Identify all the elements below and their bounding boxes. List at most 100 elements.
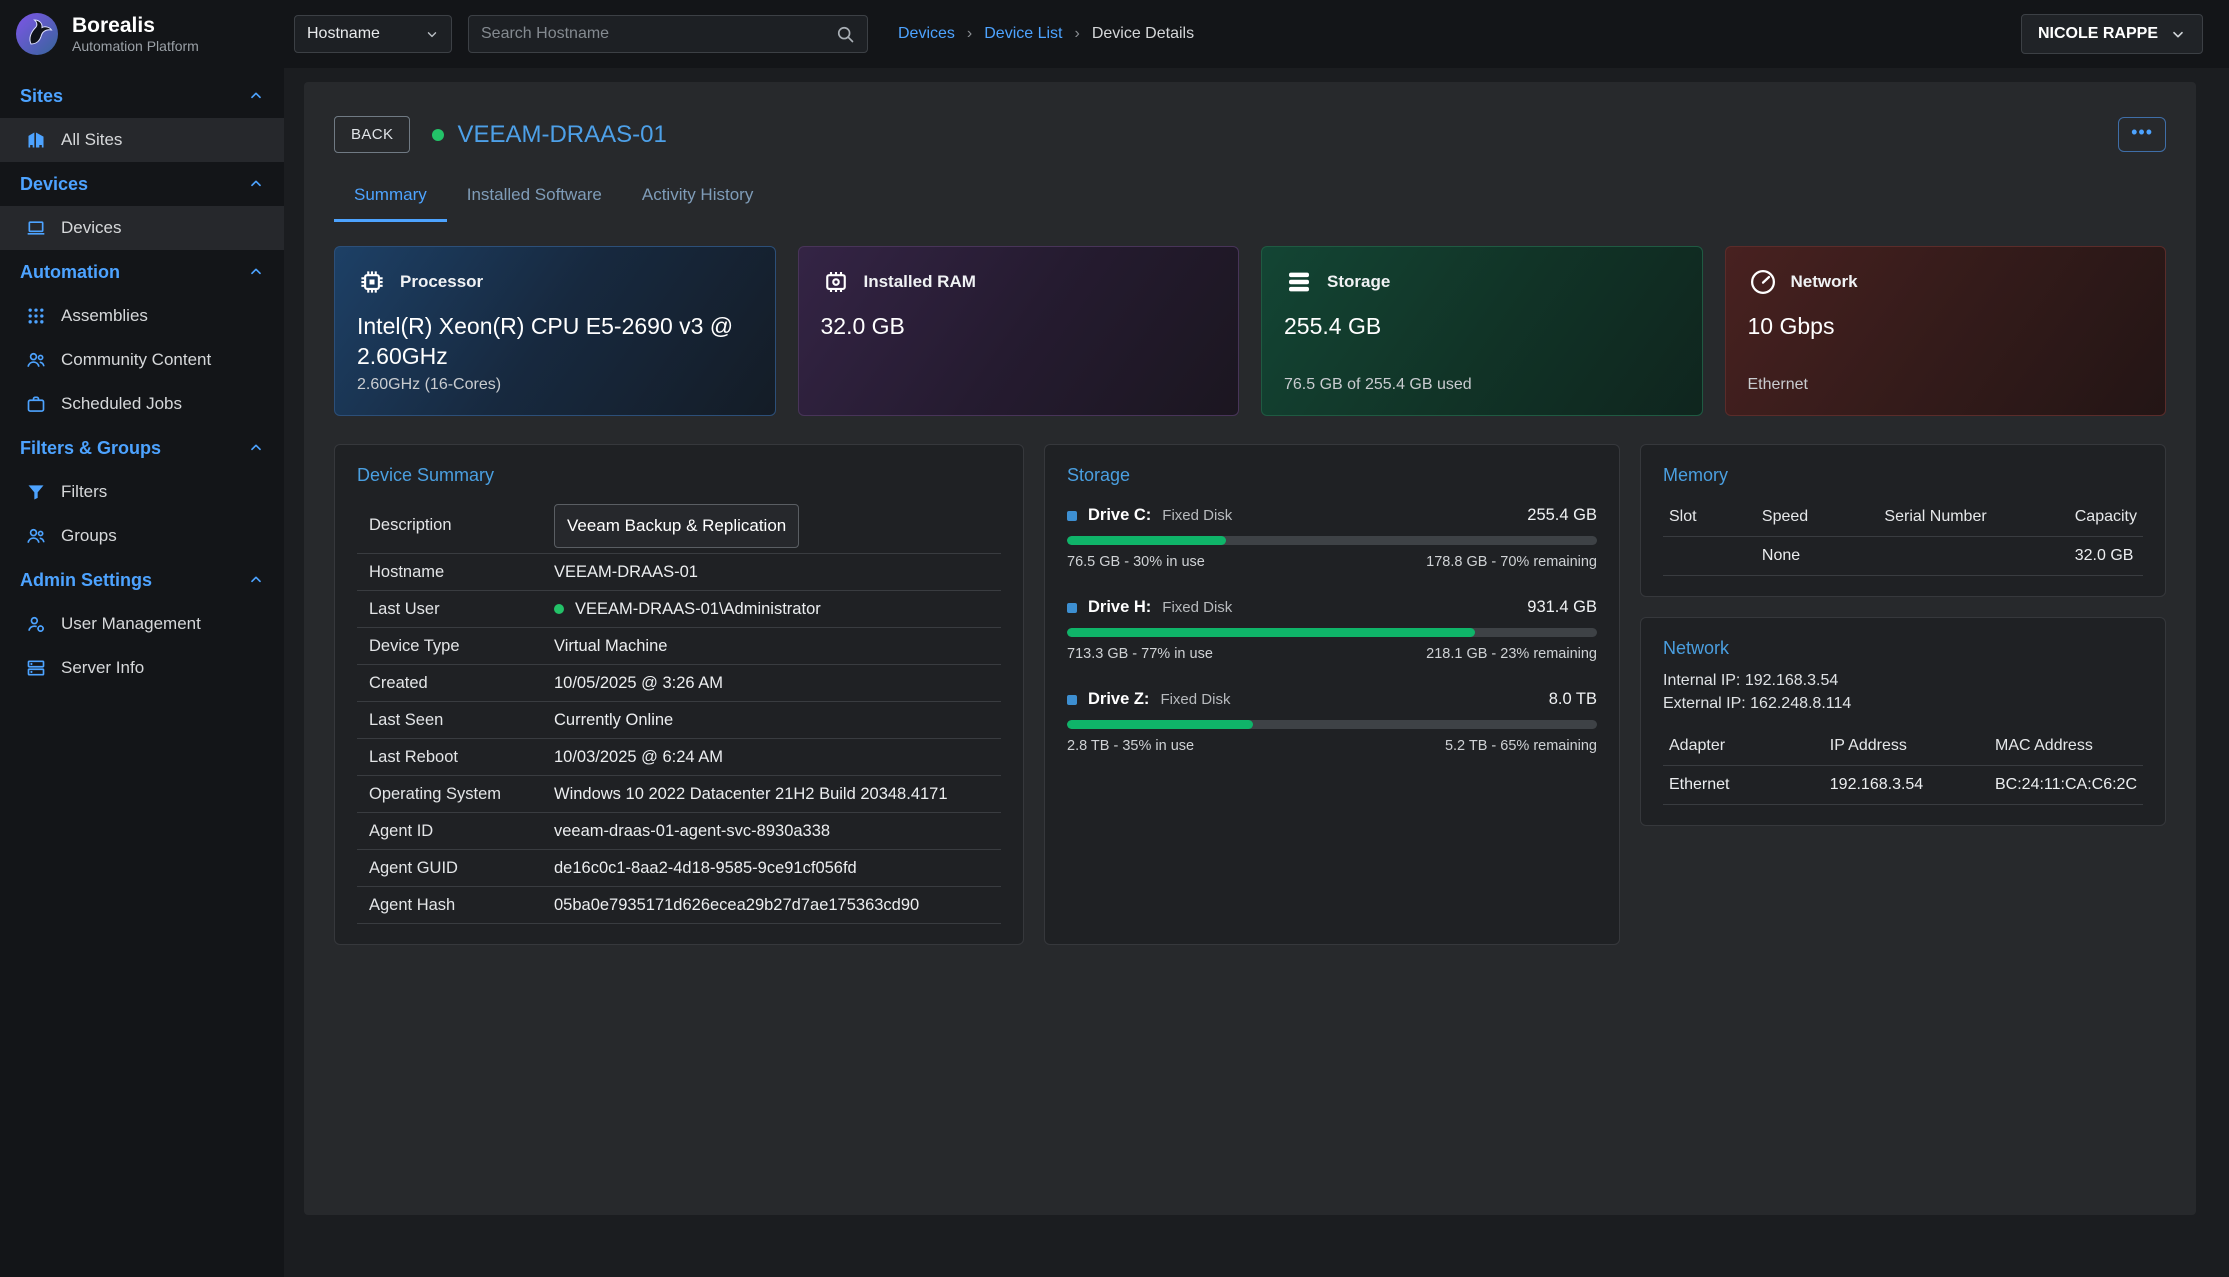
- summary-row-last-user: Last User VEEAM-DRAAS-01\Administrator: [357, 591, 1001, 628]
- panel-title: Network: [1663, 638, 2143, 659]
- sidebar-item-label: Server Info: [61, 658, 144, 678]
- memory-row: None 32.0 GB: [1663, 537, 2143, 576]
- panel-title: Memory: [1663, 465, 2143, 486]
- storage-icon: [1284, 267, 1314, 297]
- card-value: Intel(R) Xeon(R) CPU E5-2690 v3 @ 2.60GH…: [357, 311, 753, 372]
- sidebar: Borealis Automation Platform Sites All S…: [0, 0, 284, 1277]
- tab-installed-software[interactable]: Installed Software: [447, 173, 622, 222]
- chevron-up-icon: [248, 440, 264, 456]
- drive-usage-bar: [1067, 720, 1597, 729]
- sidebar-section-label: Sites: [20, 86, 63, 107]
- tab-activity-history[interactable]: Activity History: [622, 173, 773, 222]
- groups-icon: [26, 526, 46, 546]
- device-title-wrap: VEEAM-DRAAS-01: [432, 121, 666, 149]
- description-input[interactable]: [554, 504, 799, 548]
- breadcrumb-device-list[interactable]: Device List: [984, 25, 1062, 43]
- cpu-icon: [357, 267, 387, 297]
- row-label: Description: [369, 516, 554, 535]
- card-title: Network: [1791, 272, 1858, 292]
- summary-row-created: Created 10/05/2025 @ 3:26 AM: [357, 665, 1001, 702]
- user-name: NICOLE RAPPE: [2038, 25, 2158, 43]
- breadcrumb-devices[interactable]: Devices: [898, 25, 955, 43]
- sidebar-section-automation[interactable]: Automation: [0, 250, 284, 294]
- drive-used: 713.3 GB - 77% in use: [1067, 646, 1213, 662]
- memory-panel: Memory Slot Speed Serial Number Capacity: [1640, 444, 2166, 597]
- users-icon: [26, 350, 46, 370]
- sidebar-section-filters-groups[interactable]: Filters & Groups: [0, 426, 284, 470]
- drive-row-h: Drive H: Fixed Disk 931.4 GB 713.3 GB - …: [1067, 598, 1597, 662]
- brand-text: Borealis Automation Platform: [72, 14, 199, 53]
- storage-card: Storage 255.4 GB 76.5 GB of 255.4 GB use…: [1261, 246, 1703, 416]
- right-column: Memory Slot Speed Serial Number Capacity: [1640, 444, 2166, 945]
- summary-row-hostname: Hostname VEEAM-DRAAS-01: [357, 554, 1001, 591]
- sidebar-section-admin-settings[interactable]: Admin Settings: [0, 558, 284, 602]
- card-subtext: Ethernet: [1748, 376, 2144, 395]
- sidebar-section-label: Devices: [20, 174, 88, 195]
- search-field-dropdown[interactable]: Hostname: [294, 15, 452, 53]
- borealis-logo-icon: [14, 11, 60, 57]
- chevron-up-icon: [248, 264, 264, 280]
- sidebar-section-devices[interactable]: Devices: [0, 162, 284, 206]
- breadcrumb-separator: ›: [1074, 25, 1079, 43]
- network-adapter-table: Adapter IP Address MAC Address Ethernet …: [1663, 729, 2143, 805]
- chevron-up-icon: [248, 88, 264, 104]
- drive-icon: [1067, 695, 1077, 705]
- brand: Borealis Automation Platform: [0, 0, 284, 68]
- tab-summary[interactable]: Summary: [334, 173, 447, 222]
- sidebar-item-devices[interactable]: Devices: [0, 206, 284, 250]
- summary-row-agent-hash: Agent Hash 05ba0e7935171d626ecea29b27d7a…: [357, 887, 1001, 924]
- search-icon[interactable]: [835, 24, 855, 44]
- device-details-page: BACK VEEAM-DRAAS-01 ••• Summary Installe…: [304, 82, 2196, 1215]
- storage-panel: Storage Drive C: Fixed Disk 255.4 GB: [1044, 444, 1620, 945]
- server-icon: [26, 658, 46, 678]
- chevron-up-icon: [248, 572, 264, 588]
- device-header: BACK VEEAM-DRAAS-01 •••: [334, 116, 2166, 153]
- card-subtext: 2.60GHz (16-Cores): [357, 376, 753, 395]
- app-root: Borealis Automation Platform Sites All S…: [0, 0, 2229, 1277]
- sidebar-item-assemblies[interactable]: Assemblies: [0, 294, 284, 338]
- search-field-selected: Hostname: [307, 25, 380, 43]
- sidebar-item-all-sites[interactable]: All Sites: [0, 118, 284, 162]
- summary-row-agent-id: Agent ID veeam-draas-01-agent-svc-8930a3…: [357, 813, 1001, 850]
- sidebar-item-scheduled-jobs[interactable]: Scheduled Jobs: [0, 382, 284, 426]
- installed-ram-card: Installed RAM 32.0 GB: [798, 246, 1240, 416]
- user-menu-button[interactable]: NICOLE RAPPE: [2021, 14, 2203, 54]
- brand-subtitle: Automation Platform: [72, 38, 199, 54]
- topbar: Hostname Devices › Device List › Device …: [284, 0, 2229, 68]
- briefcase-icon: [26, 394, 46, 414]
- search-input[interactable]: [481, 25, 827, 43]
- card-value: 32.0 GB: [821, 311, 1217, 341]
- panel-title: Device Summary: [357, 465, 1001, 486]
- drive-usage-bar: [1067, 536, 1597, 545]
- ram-icon: [821, 267, 851, 297]
- brand-name: Borealis: [72, 14, 199, 37]
- sidebar-item-groups[interactable]: Groups: [0, 514, 284, 558]
- drive-remaining: 178.8 GB - 70% remaining: [1426, 554, 1597, 570]
- network-card: Network 10 Gbps Ethernet: [1725, 246, 2167, 416]
- memory-table: Slot Speed Serial Number Capacity: [1663, 500, 2143, 576]
- sidebar-item-label: All Sites: [61, 130, 122, 150]
- device-summary-panel: Device Summary Description Hostname VEEA…: [334, 444, 1024, 945]
- device-tabs: Summary Installed Software Activity Hist…: [334, 173, 2166, 222]
- back-button[interactable]: BACK: [334, 116, 410, 153]
- network-adapter-row: Ethernet 192.168.3.54 BC:24:11:CA:C6:2C: [1663, 766, 2143, 805]
- sidebar-section-sites[interactable]: Sites: [0, 74, 284, 118]
- sidebar-item-label: Filters: [61, 482, 107, 502]
- sidebar-section-label: Filters & Groups: [20, 438, 161, 459]
- sidebar-item-community-content[interactable]: Community Content: [0, 338, 284, 382]
- breadcrumb: Devices › Device List › Device Details: [898, 25, 1194, 43]
- sidebar-section-label: Automation: [20, 262, 120, 283]
- sidebar-item-server-info[interactable]: Server Info: [0, 646, 284, 690]
- drive-remaining: 218.1 GB - 23% remaining: [1426, 646, 1597, 662]
- search-box: [468, 15, 868, 53]
- online-status-dot: [432, 129, 444, 141]
- stat-cards: Processor Intel(R) Xeon(R) CPU E5-2690 v…: [334, 246, 2166, 416]
- summary-row-device-type: Device Type Virtual Machine: [357, 628, 1001, 665]
- chevron-up-icon: [248, 176, 264, 192]
- sidebar-item-filters[interactable]: Filters: [0, 470, 284, 514]
- drive-usage-bar: [1067, 628, 1597, 637]
- sidebar-nav: Sites All Sites Devices Devices Automati…: [0, 68, 284, 690]
- drive-icon: [1067, 511, 1077, 521]
- sidebar-item-user-management[interactable]: User Management: [0, 602, 284, 646]
- more-options-button[interactable]: •••: [2118, 117, 2166, 152]
